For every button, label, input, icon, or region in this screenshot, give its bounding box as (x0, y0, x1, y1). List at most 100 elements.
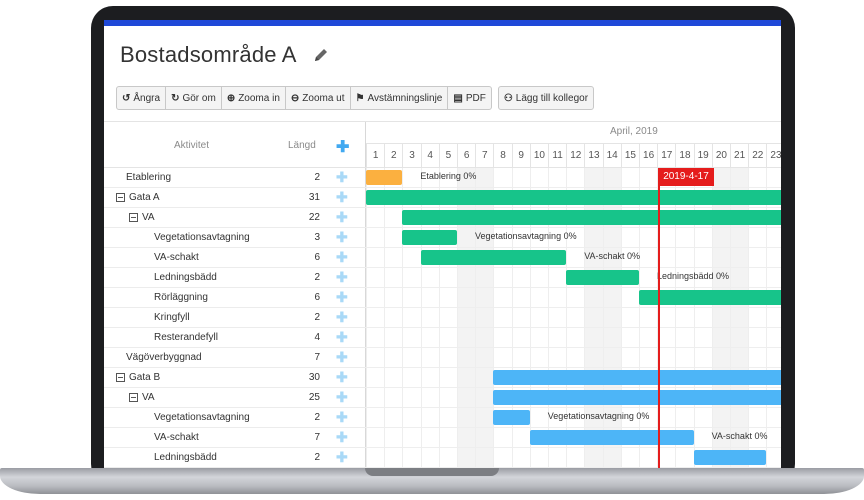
day-cell: 14 (602, 144, 621, 168)
task-grid: Aktivitet Längd ✚ Etablering 2 ✚ Gata A 31 ✚ V… (104, 121, 366, 468)
add-colleagues-button[interactable]: ⚇ Lägg till kollegor (497, 86, 595, 110)
collapse-icon[interactable] (116, 193, 125, 202)
milestone-line-button[interactable]: ⚑ Avstämningslinje (349, 86, 449, 110)
row-gridline (366, 267, 781, 268)
task-name-text: Gata B (129, 372, 161, 383)
task-length: 3 (314, 232, 320, 243)
collapse-icon[interactable] (116, 373, 125, 382)
table-row[interactable]: Resterandefyll 4 ✚ (104, 328, 366, 348)
month-label: April, 2019 (610, 126, 658, 137)
add-subtask-icon[interactable]: ✚ (336, 429, 348, 446)
task-length: 31 (308, 192, 320, 203)
task-bar[interactable] (402, 210, 781, 225)
redo-button[interactable]: ↻ Gör om (165, 86, 222, 110)
task-bar[interactable] (529, 430, 694, 445)
table-row[interactable]: Rörläggning 6 ✚ (104, 288, 366, 308)
zoom-out-button[interactable]: ⊖ Zooma ut (284, 86, 351, 110)
row-gridline (366, 327, 781, 328)
add-subtask-icon[interactable]: ✚ (336, 229, 348, 246)
day-cell: 2 (384, 144, 402, 168)
task-length: 22 (308, 212, 320, 223)
task-bar[interactable] (493, 370, 781, 385)
task-bar[interactable] (402, 230, 457, 245)
task-name: Vägöverbyggnad (126, 352, 202, 363)
task-bar-label: VA-schakt 0% (711, 431, 768, 441)
day-cell: 19 (693, 144, 712, 168)
table-row[interactable]: VA-schakt 6 ✚ (104, 248, 366, 268)
task-bar[interactable] (693, 450, 767, 465)
collapse-icon[interactable] (129, 213, 138, 222)
add-subtask-icon[interactable]: ✚ (336, 329, 348, 346)
row-gridline (366, 427, 781, 428)
pdf-button[interactable]: ▤ PDF (447, 86, 492, 110)
table-row[interactable]: Vegetationsavtagning 2 ✚ (104, 408, 366, 428)
pencil-icon[interactable] (313, 47, 329, 63)
add-subtask-icon[interactable]: ✚ (336, 449, 348, 466)
table-row[interactable]: Gata B 30 ✚ (104, 368, 366, 388)
row-gridline (366, 227, 781, 228)
zoom-in-button[interactable]: ⊕ Zooma in (220, 86, 286, 110)
add-task-icon[interactable]: ✚ (336, 137, 349, 157)
add-subtask-icon[interactable]: ✚ (336, 169, 348, 186)
task-bar[interactable] (420, 250, 567, 265)
day-cell: 15 (620, 144, 639, 168)
task-name: VA-schakt (154, 432, 199, 443)
task-name: Vegetationsavtagning (154, 232, 250, 243)
column-header-length[interactable]: Längd (288, 140, 316, 151)
add-subtask-icon[interactable]: ✚ (336, 249, 348, 266)
task-name-text: VA (142, 212, 155, 223)
add-subtask-icon[interactable]: ✚ (336, 349, 348, 366)
day-cell: 17 (657, 144, 675, 168)
flag-icon: ⚑ (355, 92, 365, 104)
add-subtask-icon[interactable]: ✚ (336, 409, 348, 426)
zoom-out-label: Zooma ut (302, 92, 345, 104)
add-subtask-icon[interactable]: ✚ (336, 369, 348, 386)
row-gridline (366, 347, 781, 348)
day-cell: 8 (493, 144, 511, 168)
app-screen: Bostadsområde A ↺ Ångra ↻ Gör om ⊕ Zooma… (104, 20, 781, 468)
task-name-text: Ledningsbädd (154, 272, 217, 283)
task-bar[interactable] (566, 270, 639, 285)
task-bar[interactable] (366, 190, 781, 205)
milestone-line-label: Avstämningslinje (367, 92, 443, 104)
task-length: 25 (308, 392, 320, 403)
day-cell: 3 (402, 144, 420, 168)
add-subtask-icon[interactable]: ✚ (336, 209, 348, 226)
task-bar[interactable] (639, 290, 781, 305)
day-cell: 1 (366, 144, 384, 168)
undo-button[interactable]: ↺ Ångra (116, 86, 167, 110)
table-row[interactable]: VA-schakt 7 ✚ (104, 428, 366, 448)
zoom-in-label: Zooma in (238, 92, 280, 104)
add-subtask-icon[interactable]: ✚ (336, 269, 348, 286)
table-row[interactable]: Vägöverbyggnad 7 ✚ (104, 348, 366, 368)
task-name: Vegetationsavtagning (154, 412, 250, 423)
task-name: VA-schakt (154, 252, 199, 263)
day-cell: 23 (766, 144, 781, 168)
table-row[interactable]: Vegetationsavtagning 3 ✚ (104, 228, 366, 248)
task-bar[interactable] (493, 390, 781, 405)
table-row[interactable]: VA 25 ✚ (104, 388, 366, 408)
add-subtask-icon[interactable]: ✚ (336, 389, 348, 406)
task-name: Kringfyll (154, 312, 190, 323)
timeline-header: April, 2019 1 2 3 4 5 6 7 8 9 10 11 12 13 14 15 16 17 18 1… (366, 121, 781, 168)
add-subtask-icon[interactable]: ✚ (336, 289, 348, 306)
task-name-text: VA-schakt (154, 252, 199, 263)
day-cell: 11 (548, 144, 566, 168)
task-bar[interactable] (366, 170, 403, 185)
add-subtask-icon[interactable]: ✚ (336, 189, 348, 206)
table-row[interactable]: Ledningsbädd 2 ✚ (104, 268, 366, 288)
table-row[interactable]: Gata A 31 ✚ (104, 188, 366, 208)
row-gridline (366, 247, 781, 248)
task-length: 6 (314, 292, 320, 303)
table-row[interactable]: Ledningsbädd 2 ✚ (104, 448, 366, 468)
add-subtask-icon[interactable]: ✚ (336, 309, 348, 326)
row-gridline (366, 207, 781, 208)
collapse-icon[interactable] (129, 393, 138, 402)
column-header-activity[interactable]: Aktivitet (174, 140, 209, 151)
row-gridline (366, 307, 781, 308)
table-row[interactable]: Etablering 2 ✚ (104, 168, 366, 188)
task-length: 2 (314, 172, 320, 183)
table-row[interactable]: Kringfyll 2 ✚ (104, 308, 366, 328)
table-row[interactable]: VA 22 ✚ (104, 208, 366, 228)
task-bar[interactable] (493, 410, 530, 425)
